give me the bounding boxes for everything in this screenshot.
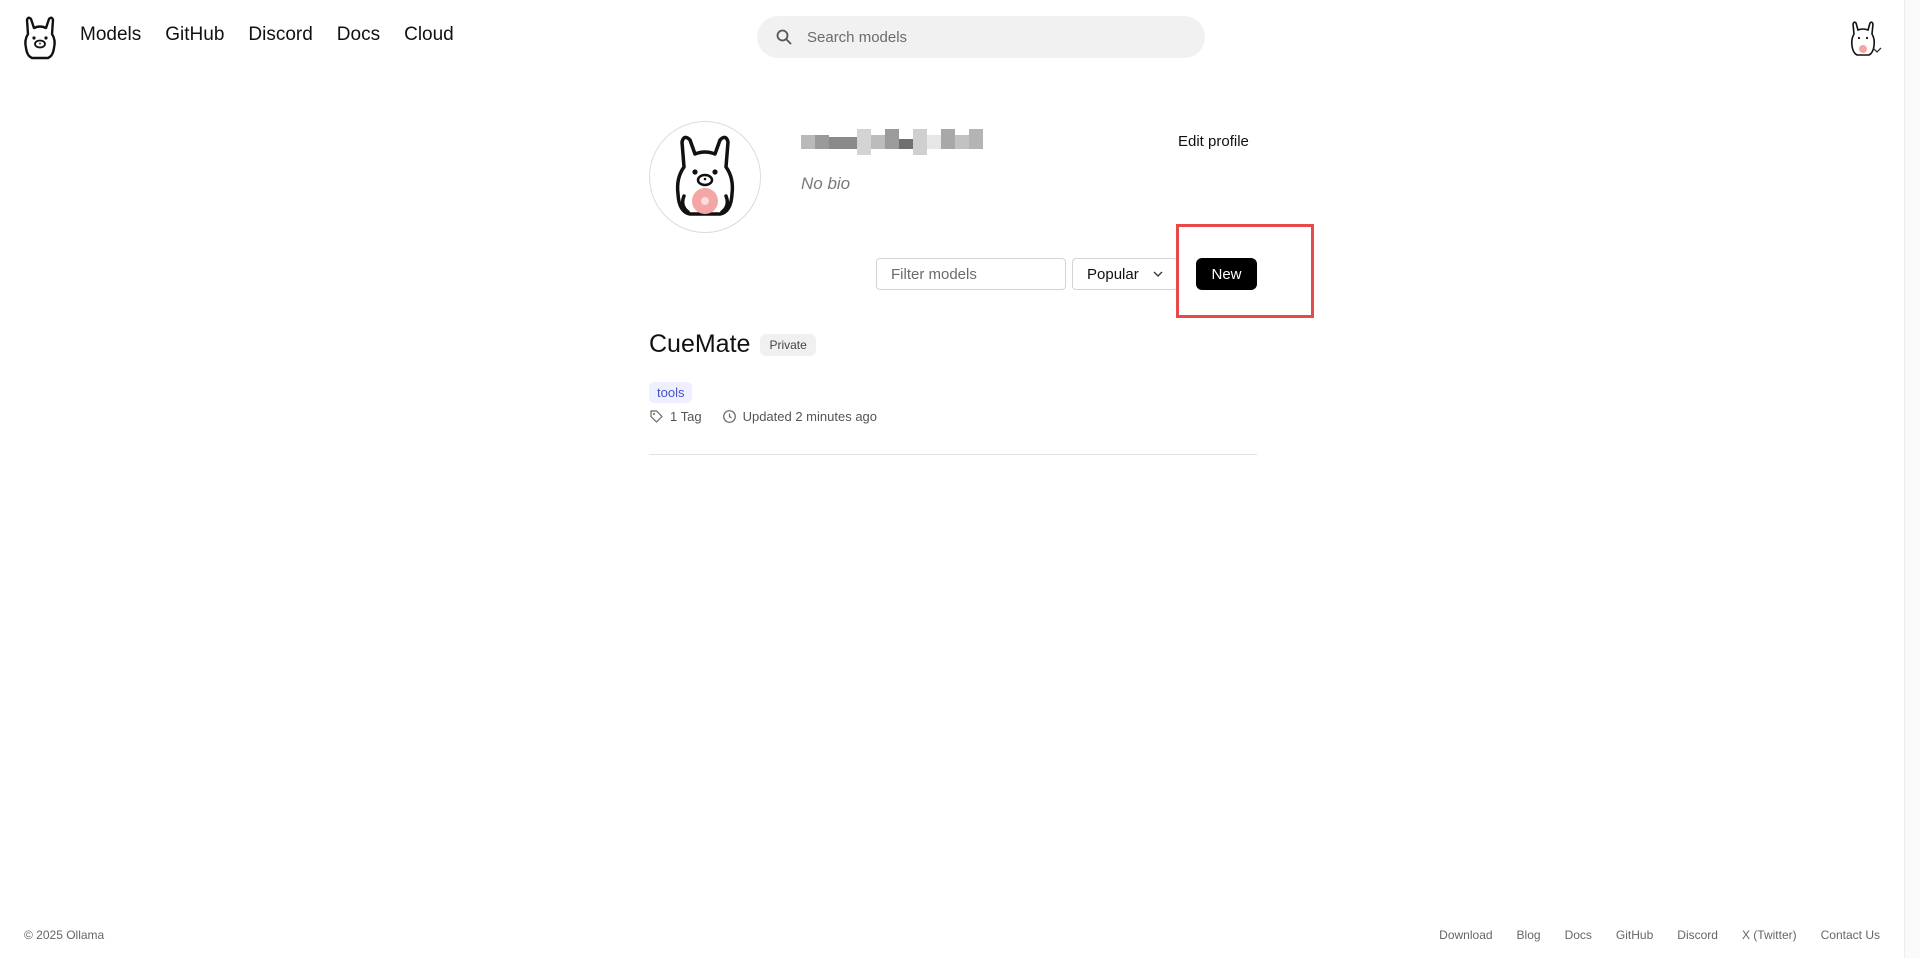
visibility-badge: Private — [760, 333, 816, 356]
main-nav: Models GitHub Discord Docs Cloud — [80, 24, 454, 46]
capability-tag: tools — [649, 382, 693, 403]
tag-count-label: 1 Tag — [670, 409, 702, 424]
updated-label: Updated 2 minutes ago — [742, 409, 878, 424]
tag-count: 1 Tag — [649, 409, 702, 424]
nav-github[interactable]: GitHub — [165, 24, 224, 46]
chevron-down-icon[interactable] — [1872, 46, 1882, 54]
footer-link-docs[interactable]: Docs — [1565, 928, 1592, 942]
header: Models GitHub Discord Docs Cloud — [0, 0, 1920, 74]
nav-docs[interactable]: Docs — [337, 24, 380, 46]
profile-avatar — [649, 121, 761, 233]
footer-links: Download Blog Docs GitHub Discord X (Twi… — [1439, 928, 1880, 942]
footer-link-download[interactable]: Download — [1439, 928, 1492, 942]
model-name[interactable]: CueMate — [649, 330, 750, 359]
footer-link-discord[interactable]: Discord — [1677, 928, 1718, 942]
clock-icon — [722, 410, 736, 423]
sort-selected-label: Popular — [1087, 265, 1139, 283]
footer-link-twitter[interactable]: X (Twitter) — [1742, 928, 1797, 942]
footer-link-contact[interactable]: Contact Us — [1821, 928, 1880, 942]
nav-cloud[interactable]: Cloud — [404, 24, 454, 46]
edit-profile-button[interactable]: Edit profile — [1170, 129, 1257, 154]
search-bar[interactable] — [757, 16, 1205, 58]
search-icon — [776, 29, 792, 45]
copyright: © 2025 Ollama — [24, 928, 105, 942]
sort-select[interactable]: Popular — [1072, 258, 1178, 290]
search-input[interactable] — [805, 27, 1189, 47]
tag-icon — [650, 410, 663, 423]
footer-link-blog[interactable]: Blog — [1517, 928, 1541, 942]
updated-time: Updated 2 minutes ago — [722, 409, 877, 424]
chevron-down-icon — [1153, 271, 1163, 277]
ollama-logo[interactable] — [20, 14, 60, 60]
filter-models-input[interactable] — [876, 258, 1066, 290]
model-meta: 1 Tag Updated 2 minutes ago — [649, 409, 1257, 424]
nav-models[interactable]: Models — [80, 24, 141, 46]
scrollbar[interactable] — [1904, 0, 1920, 958]
profile-bio: No bio — [801, 174, 851, 193]
highlight-box — [1176, 224, 1314, 318]
model-list-item[interactable]: CueMate Private tools 1 Tag Updated 2 mi… — [649, 330, 1257, 424]
footer-link-github[interactable]: GitHub — [1616, 928, 1653, 942]
username-redacted — [801, 129, 983, 155]
nav-discord[interactable]: Discord — [248, 24, 312, 46]
divider — [649, 454, 1257, 455]
